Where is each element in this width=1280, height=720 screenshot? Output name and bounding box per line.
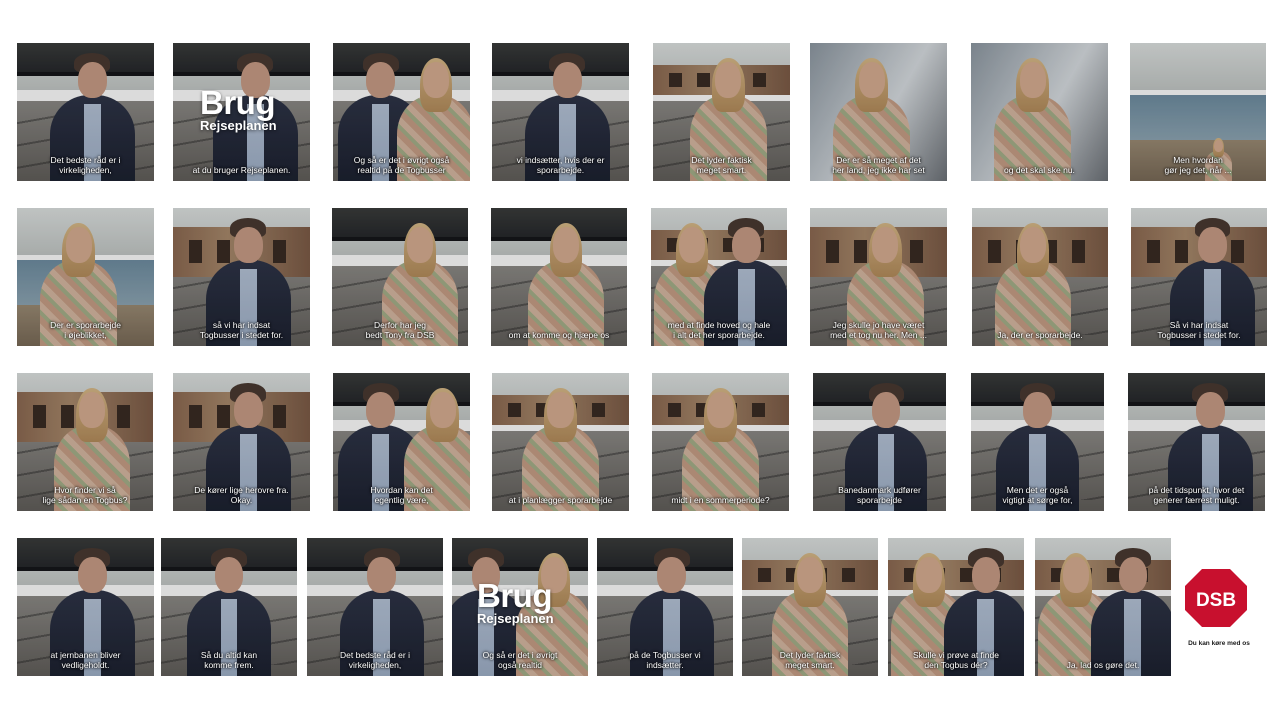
video-frame: at jernbanen bliver vedligeholdt. — [17, 538, 154, 676]
subtitle-caption: Det bedste råd er i virkeligheden, — [50, 155, 121, 175]
subtitle-caption: Og så er det i øvrigt også realtid på de… — [353, 155, 450, 175]
frame-scene — [971, 43, 1108, 181]
video-frame: midt i en sommerperiode? — [652, 373, 789, 511]
video-frame: Det bedste råd er i virkeligheden, — [17, 43, 154, 181]
subtitle-caption: på de Togbusser vi indsætter. — [629, 650, 701, 670]
subtitle-caption: og det skal ske nu. — [1004, 165, 1075, 175]
subtitle-caption: Der er så meget af det her land, jeg ikk… — [832, 155, 925, 175]
frame-scene — [492, 373, 629, 511]
video-frame: Og så er det i øvrigt også realtid Brug Re… — [452, 538, 588, 676]
subtitle-caption: Banedanmark udfører sporarbejde — [838, 485, 921, 505]
subtitle-caption: Så du altid kan komme frem. — [200, 650, 258, 670]
video-frame: Banedanmark udfører sporarbejde — [813, 373, 946, 511]
video-frame: Derfor har jeg bedt Tony fra DSB — [332, 208, 468, 346]
subtitle-caption: at i planlægger sporarbejde — [508, 495, 613, 505]
video-frame: Og så er det i øvrigt også realtid på de… — [333, 43, 470, 181]
subtitle-caption: Det lyder faktisk meget smart. — [779, 650, 841, 670]
video-frame: Der er så meget af det her land, jeg ikk… — [810, 43, 947, 181]
subtitle-caption: vi indsætter, hvis der er sporarbejde. — [516, 155, 605, 175]
brug-rejseplanen-overlay: Brug Rejseplanen — [477, 577, 554, 626]
overlay-subtitle: Rejseplanen — [200, 118, 277, 133]
subtitle-caption: Så vi har indsat Togbusser i stedet for. — [1157, 320, 1241, 340]
subtitle-caption: Der er sporarbejde i øjeblikket, — [50, 320, 121, 340]
video-frame: Det lyder faktisk meget smart. — [653, 43, 790, 181]
brug-rejseplanen-overlay: Brug Rejseplanen — [200, 84, 277, 133]
video-frame: og det skal ske nu. — [971, 43, 1108, 181]
video-frame: med at finde hoved og hale i alt det her… — [651, 208, 787, 346]
video-frame: Så vi har indsat Togbusser i stedet for. — [1131, 208, 1267, 346]
subtitle-caption: Men det er også vigtigt at sørge for, — [1002, 485, 1073, 505]
subtitle-caption: midt i en sommerperiode? — [671, 495, 770, 505]
video-frame: Jeg skulle jo have været med et tog nu h… — [810, 208, 947, 346]
video-frame: Ja, der er sporarbejde. — [972, 208, 1108, 346]
video-frame: Skulle vi prøve at finde den Togbus dér? — [888, 538, 1024, 676]
subtitle-caption: Hvordan kan det egentlig være, — [370, 485, 433, 505]
subtitle-caption: Ja, lad os gøre det. — [1066, 660, 1140, 670]
subtitle-caption: om at komme og hjæpe os — [508, 330, 610, 340]
subtitle-caption: at jernbanen bliver vedligeholdt. — [50, 650, 121, 670]
subtitle-caption: Og så er det i øvrigt også realtid — [482, 650, 558, 670]
video-frame: på det tidspunkt, hvor det generer færre… — [1128, 373, 1265, 511]
subtitle-caption: med at finde hoved og hale i alt det her… — [667, 320, 771, 340]
subtitle-caption: De kører lige herovre fra. Okay. — [194, 485, 289, 505]
subtitle-caption: Hvor finder vi så lige sådan en Togbus? — [42, 485, 128, 505]
video-frame: Det bedste råd er i virkeligheden, — [307, 538, 443, 676]
subtitle-caption: Det lyder faktisk meget smart. — [691, 155, 752, 175]
overlay-subtitle: Rejseplanen — [477, 611, 554, 626]
video-frame: Det lyder faktisk meget smart. — [742, 538, 878, 676]
video-frame: så vi har indsat Togbusser i stedet for. — [173, 208, 310, 346]
overlay-title: Brug — [200, 84, 275, 121]
dsb-logo-text: DSB — [1196, 590, 1236, 611]
dsb-logo: DSB — [1185, 569, 1247, 627]
subtitle-caption: Men hvordan gør jeg det, når ... — [1164, 155, 1232, 175]
subtitle-caption: Skulle vi prøve at finde den Togbus dér? — [913, 650, 999, 670]
frame-scene — [972, 208, 1108, 346]
subtitle-caption: Det bedste råd er i virkeligheden, — [340, 650, 410, 670]
video-frame: Men hvordan gør jeg det, når ... — [1130, 43, 1266, 181]
video-frame: at i planlægger sporarbejde — [492, 373, 629, 511]
frame-scene — [1035, 538, 1171, 676]
subtitle-caption: på det tidspunkt, hvor det generer færre… — [1148, 485, 1245, 505]
video-frame: De kører lige herovre fra. Okay. — [173, 373, 310, 511]
dsb-tagline: Du kan køre med os — [1188, 640, 1250, 647]
video-frame: Ja, lad os gøre det. — [1035, 538, 1171, 676]
video-frame: på de Togbusser vi indsætter. — [597, 538, 733, 676]
subtitle-caption: så vi har indsat Togbusser i stedet for. — [199, 320, 284, 340]
video-frame: Hvor finder vi så lige sådan en Togbus? — [17, 373, 153, 511]
video-frame: om at komme og hjæpe os — [491, 208, 627, 346]
subtitle-caption: Ja, der er sporarbejde. — [997, 330, 1083, 340]
video-frame: Der er sporarbejde i øjeblikket, — [17, 208, 154, 346]
frame-scene — [652, 373, 789, 511]
video-frame: Så du altid kan komme frem. — [161, 538, 297, 676]
overlay-title: Brug — [477, 577, 552, 614]
video-frame: Men det er også vigtigt at sørge for, — [971, 373, 1104, 511]
frame-scene — [491, 208, 627, 346]
subtitle-caption: Jeg skulle jo have været med et tog nu h… — [830, 320, 927, 340]
video-frame: vi indsætter, hvis der er sporarbejde. — [492, 43, 629, 181]
video-frame: Hvordan kan det egentlig være, — [333, 373, 470, 511]
subtitle-caption: at du bruger Rejseplanen. — [192, 165, 291, 175]
video-frame: at du bruger Rejseplanen. Brug Rejseplanen — [173, 43, 310, 181]
subtitle-caption: Derfor har jeg bedt Tony fra DSB — [365, 320, 435, 340]
